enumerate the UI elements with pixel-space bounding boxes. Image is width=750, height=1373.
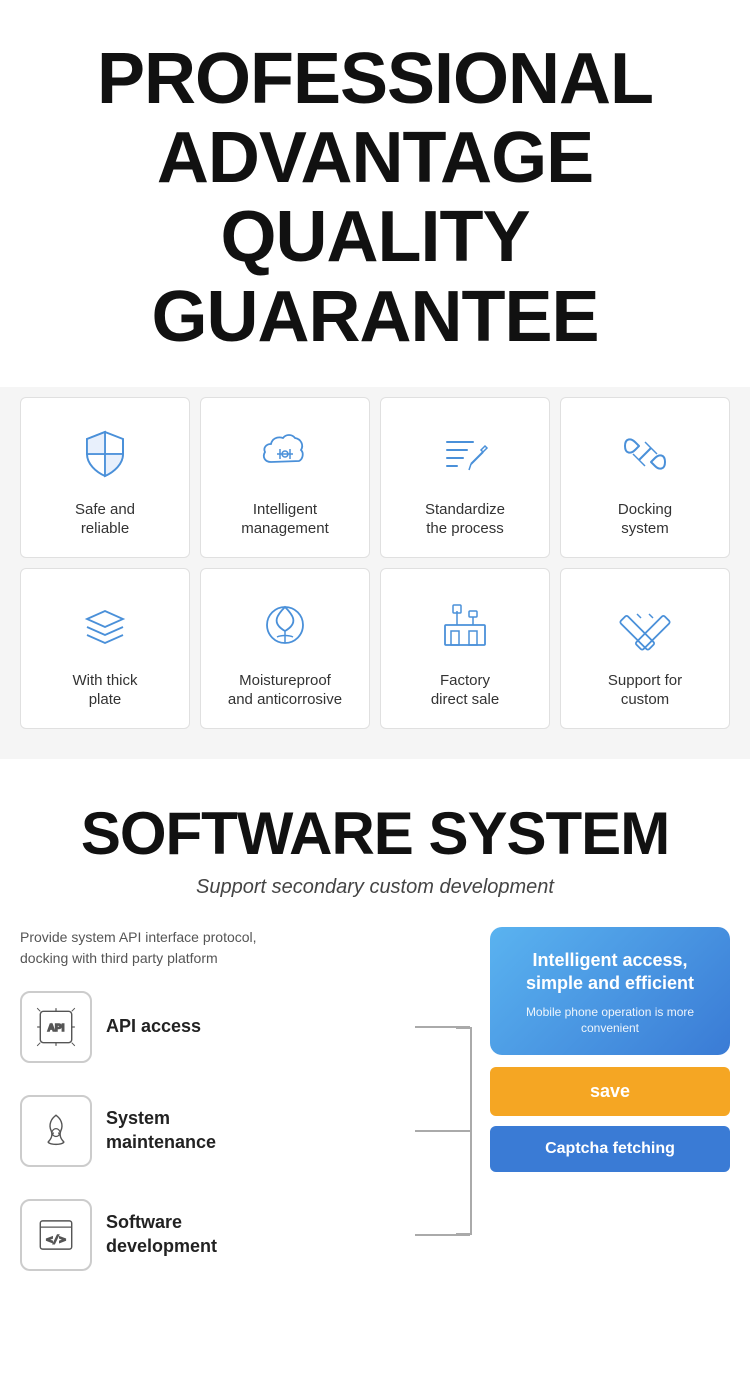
software-items: Provide system API interface protocol, d… <box>20 927 470 1303</box>
feature-card-custom: Support forcustom <box>560 568 730 729</box>
pencil-lines-icon <box>433 422 497 486</box>
items-wrapper: API API access <box>20 991 470 1271</box>
api-icon: API <box>20 991 92 1063</box>
bracket-top <box>456 1027 472 1029</box>
code-icon: </> <box>20 1199 92 1271</box>
phone-card-sub: Mobile phone operation is more convenien… <box>506 1004 714 1038</box>
software-dev-item: </> Software development <box>20 1199 470 1271</box>
svg-text:API: API <box>47 1023 64 1034</box>
factory-icon <box>433 593 497 657</box>
support-custom-label: Support forcustom <box>608 671 682 710</box>
shield-icon <box>73 422 137 486</box>
moistureproof-label: Moistureproofand anticorrosive <box>228 671 342 710</box>
api-access-item: API API access <box>20 991 470 1063</box>
feature-card-thick-plate: With thickplate <box>20 568 190 729</box>
feature-card-standardize: Standardizethe process <box>380 397 550 558</box>
link-icon <box>613 422 677 486</box>
software-subtitle: Support secondary custom development <box>20 876 730 899</box>
phone-card: Intelligent access, simple and efficient… <box>490 927 730 1055</box>
standardize-label: Standardizethe process <box>425 500 505 539</box>
header-section: PROFESSIONAL ADVANTAGE QUALITY GUARANTEE <box>0 0 750 387</box>
feature-row-2: With thickplate Moistureproofand anticor… <box>20 568 730 729</box>
cloud-settings-icon <box>253 422 317 486</box>
feature-row-1: Safe andreliable Intelligentmanagement <box>20 397 730 558</box>
maintenance-line <box>415 1130 470 1132</box>
system-maintenance-label: System maintenance <box>106 1107 216 1154</box>
feature-section: Safe andreliable Intelligentmanagement <box>0 387 750 759</box>
main-title: PROFESSIONAL ADVANTAGE QUALITY GUARANTEE <box>20 40 730 357</box>
software-section: SOFTWARE SYSTEM Support secondary custom… <box>0 759 750 1323</box>
save-button[interactable]: save <box>490 1067 730 1116</box>
system-maintenance-item: System maintenance <box>20 1095 470 1167</box>
pencil-ruler-icon <box>613 593 677 657</box>
leaf-drop-icon <box>253 593 317 657</box>
factory-label: Factorydirect sale <box>431 671 499 710</box>
phone-card-title: Intelligent access, simple and efficient <box>506 949 714 996</box>
layers-icon <box>73 593 137 657</box>
drop-wrench-icon <box>20 1095 92 1167</box>
captcha-button[interactable]: Captcha fetching <box>490 1126 730 1172</box>
bracket-vertical <box>470 1027 472 1235</box>
software-dev-label: Software development <box>106 1211 217 1258</box>
docking-label: Dockingsystem <box>618 500 672 539</box>
feature-card-safe-reliable: Safe andreliable <box>20 397 190 558</box>
software-body: Provide system API interface protocol, d… <box>20 927 730 1303</box>
feature-card-moistureproof: Moistureproofand anticorrosive <box>200 568 370 729</box>
feature-card-docking: Dockingsystem <box>560 397 730 558</box>
intelligent-label: Intelligentmanagement <box>241 500 329 539</box>
thick-plate-label: With thickplate <box>72 671 137 710</box>
safe-reliable-label: Safe andreliable <box>75 500 135 539</box>
api-access-label: API access <box>106 1015 201 1038</box>
software-title: SOFTWARE SYSTEM <box>20 799 730 868</box>
bracket-bottom <box>456 1233 472 1235</box>
software-panel: Intelligent access, simple and efficient… <box>490 927 730 1172</box>
feature-card-factory: Factorydirect sale <box>380 568 550 729</box>
software-description: Provide system API interface protocol, d… <box>20 927 470 969</box>
feature-card-intelligent: Intelligentmanagement <box>200 397 370 558</box>
svg-text:</>: </> <box>46 1233 66 1246</box>
